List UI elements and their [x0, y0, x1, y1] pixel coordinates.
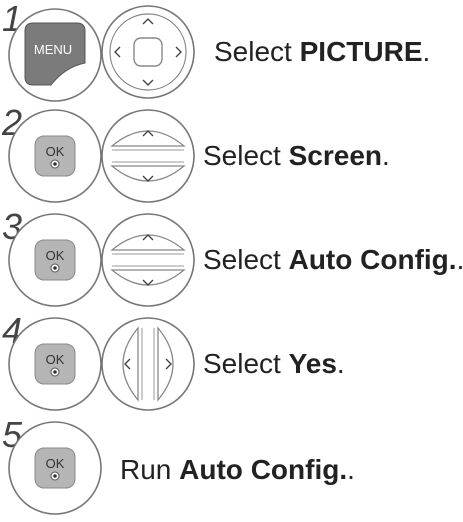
step-instruction: Select Auto Config.. — [203, 244, 463, 275]
svg-text:OK: OK — [46, 144, 65, 159]
ok-button-icon[interactable]: OK — [5, 106, 105, 206]
svg-text:OK: OK — [46, 248, 65, 263]
step-2: 2 OK Select Screen. — [0, 102, 463, 206]
step-instruction: Select Yes. — [203, 348, 345, 379]
step-1: 1 MENU Select PICTURE. — [0, 0, 463, 102]
up-down-buttons-icon[interactable] — [98, 210, 198, 310]
left-right-buttons-icon[interactable] — [98, 314, 198, 414]
step-4: 4 OK Select Yes. — [0, 310, 463, 414]
svg-text:OK: OK — [46, 352, 65, 367]
step-3: 3 OK Select Auto Config.. — [0, 206, 463, 310]
svg-text:MENU: MENU — [34, 42, 72, 57]
menu-button-icon[interactable]: MENU — [5, 5, 105, 105]
step-instruction: Select PICTURE. — [214, 36, 431, 67]
dpad-icon[interactable] — [98, 2, 198, 102]
ok-button-icon[interactable]: OK — [5, 418, 105, 518]
step-instruction: Select Screen. — [203, 140, 390, 171]
svg-text:OK: OK — [46, 456, 65, 471]
up-down-buttons-icon[interactable] — [98, 106, 198, 206]
ok-button-icon[interactable]: OK — [5, 210, 105, 310]
step-5: 5 OK Run Auto Config.. — [0, 414, 463, 520]
ok-button-icon[interactable]: OK — [5, 314, 105, 414]
step-instruction: Run Auto Config.. — [120, 454, 355, 485]
